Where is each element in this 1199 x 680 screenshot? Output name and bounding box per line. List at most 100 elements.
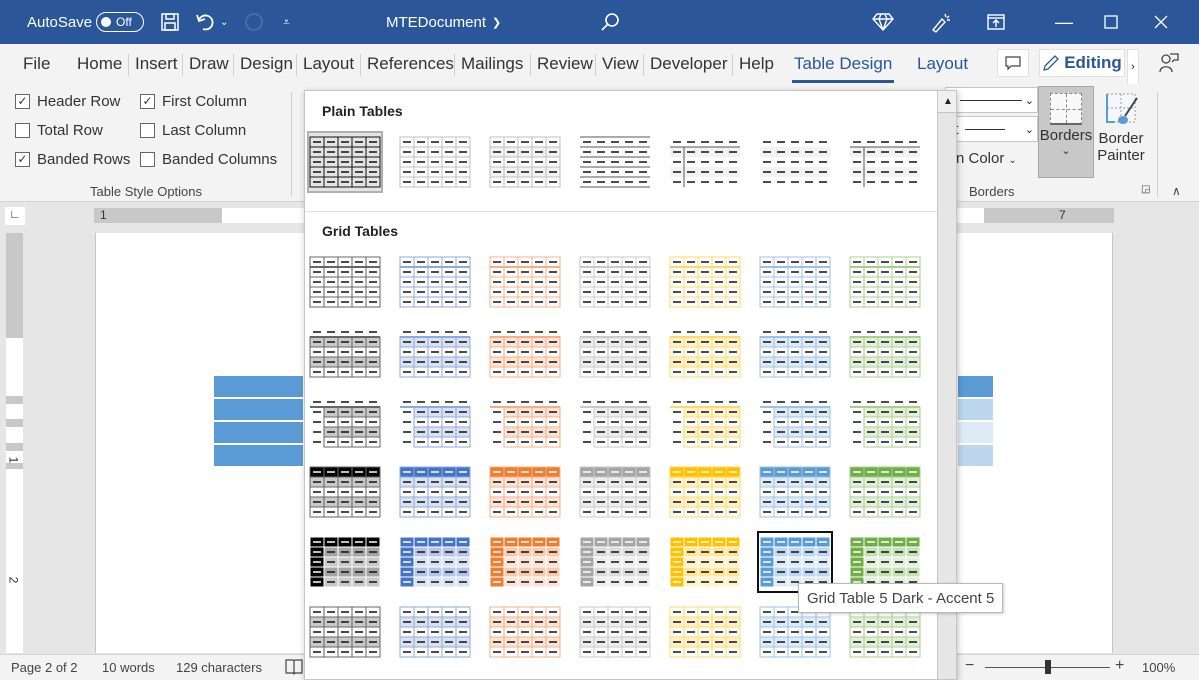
vertical-ruler[interactable]: 1 2 <box>6 233 23 653</box>
tab-table-design[interactable]: Table Design <box>792 54 895 83</box>
tab-home[interactable]: Home <box>75 54 124 74</box>
tab-draw[interactable]: Draw <box>182 54 231 76</box>
grid-table-style-1-3[interactable] <box>487 251 563 313</box>
tab-mailings[interactable]: Mailings <box>453 54 525 76</box>
character-count[interactable]: 129 characters <box>176 660 262 675</box>
zoom-slider-thumb[interactable] <box>1044 660 1051 674</box>
banded-columns-checkbox[interactable]: Banded Columns <box>140 151 277 168</box>
tab-layout[interactable]: Layout <box>295 54 356 76</box>
tab-developer[interactable]: Developer <box>643 54 730 76</box>
document-table-row[interactable] <box>214 399 303 420</box>
customize-qat-button[interactable]: ⩡ <box>283 0 290 44</box>
search-button[interactable] <box>600 0 620 44</box>
tab-table-layout[interactable]: Layout <box>915 54 970 74</box>
grid-table-style-2-7[interactable] <box>847 321 923 383</box>
last-column-checkbox[interactable]: Last Column <box>140 122 246 139</box>
tab-help[interactable]: Help <box>732 54 776 76</box>
autosave-toggle[interactable]: Off <box>96 0 144 44</box>
minimize-button[interactable]: — <box>1041 0 1087 44</box>
grid-table-style-4-4[interactable] <box>577 461 653 523</box>
grid-table-style-1-7[interactable] <box>847 251 923 313</box>
grid-table-style-6-4[interactable] <box>577 601 653 663</box>
grid-table-style-1-4[interactable] <box>577 251 653 313</box>
undo-button[interactable]: ⌄ <box>195 0 228 44</box>
zoom-out-button[interactable]: − <box>965 657 974 675</box>
zoom-in-button[interactable]: + <box>1115 657 1124 675</box>
tab-references[interactable]: References <box>360 54 456 76</box>
header-row-checkbox[interactable]: ✓ Header Row <box>15 93 120 110</box>
grid-table-style-6-5[interactable] <box>667 601 743 663</box>
close-button[interactable] <box>1138 0 1184 44</box>
tab-insert[interactable]: Insert <box>128 54 180 76</box>
grid-table-style-5-5[interactable] <box>667 531 743 593</box>
grid-table-style-6-3[interactable] <box>487 601 563 663</box>
tab-review[interactable]: Review <box>530 54 595 76</box>
grid-table-style-4-3[interactable] <box>487 461 563 523</box>
borders-dialog-launcher[interactable]: ◲ <box>1141 184 1150 195</box>
plain-table-style-4[interactable] <box>577 131 653 193</box>
editing-mode-button[interactable]: Editing <box>1039 49 1125 77</box>
collapse-ribbon-button[interactable]: ∧ <box>1172 184 1181 198</box>
plain-table-style-6[interactable] <box>757 131 833 193</box>
document-table-row[interactable] <box>214 376 303 397</box>
grid-table-style-1-6[interactable] <box>757 251 833 313</box>
grid-table-style-3-7[interactable] <box>847 391 923 453</box>
grid-table-style-4-6[interactable] <box>757 461 833 523</box>
plain-table-style-1[interactable] <box>307 131 383 193</box>
designer-button[interactable] <box>930 0 952 44</box>
word-count[interactable]: 10 words <box>102 660 155 675</box>
plain-table-style-5[interactable] <box>667 131 743 193</box>
tab-file[interactable]: File <box>21 54 52 74</box>
total-row-checkbox[interactable]: Total Row <box>15 122 103 139</box>
maximize-button[interactable] <box>1088 0 1134 44</box>
zoom-level[interactable]: 100% <box>1142 660 1175 675</box>
document-title[interactable]: MTEDocument ❯ <box>386 0 501 44</box>
grid-table-style-5-2[interactable] <box>397 531 473 593</box>
ribbon-display-button[interactable] <box>987 0 1005 44</box>
document-table-row-end[interactable] <box>958 445 993 466</box>
grid-table-style-1-1[interactable] <box>307 251 383 313</box>
tab-design[interactable]: Design <box>233 54 295 76</box>
grid-table-style-2-1[interactable] <box>307 321 383 383</box>
plain-table-style-3[interactable] <box>487 131 563 193</box>
line-style-select[interactable]: ⌄ <box>945 87 1038 113</box>
document-table-row-end[interactable] <box>958 422 993 443</box>
grid-table-style-4-2[interactable] <box>397 461 473 523</box>
plain-table-style-2[interactable] <box>397 131 473 193</box>
plain-table-style-7[interactable] <box>847 131 923 193</box>
grid-table-style-3-2[interactable] <box>397 391 473 453</box>
grid-table-style-5-4[interactable] <box>577 531 653 593</box>
grid-table-style-6-1[interactable] <box>307 601 383 663</box>
pen-color-button[interactable]: n Color ⌄ <box>956 150 1017 167</box>
borders-button[interactable]: Borders ⌄ <box>1038 86 1094 178</box>
grid-table-style-4-5[interactable] <box>667 461 743 523</box>
grid-table-style-3-4[interactable] <box>577 391 653 453</box>
premium-button[interactable] <box>872 0 894 44</box>
first-column-checkbox[interactable]: ✓ First Column <box>140 93 247 110</box>
grid-table-style-3-6[interactable] <box>757 391 833 453</box>
share-button[interactable] <box>1158 52 1180 80</box>
scroll-up-button[interactable]: ▲ <box>938 91 956 113</box>
document-table-row[interactable] <box>214 445 303 466</box>
border-painter-button[interactable]: Border Painter <box>1096 86 1146 178</box>
tab-view[interactable]: View <box>595 54 641 76</box>
grid-table-style-2-6[interactable] <box>757 321 833 383</box>
grid-table-style-1-5[interactable] <box>667 251 743 313</box>
document-table-row-end[interactable] <box>958 376 993 397</box>
grid-table-style-2-3[interactable] <box>487 321 563 383</box>
redo-button[interactable] <box>243 0 265 44</box>
undo-dropdown-icon[interactable]: ⌄ <box>220 17 228 28</box>
grid-table-style-1-2[interactable] <box>397 251 473 313</box>
save-button[interactable] <box>160 0 180 44</box>
grid-table-style-2-5[interactable] <box>667 321 743 383</box>
page-indicator[interactable]: Page 2 of 2 <box>11 660 78 675</box>
document-table-row-end[interactable] <box>958 399 993 420</box>
document-table-row[interactable] <box>214 422 303 443</box>
line-weight-select[interactable]: pt ⌄ <box>945 116 1038 142</box>
banded-rows-checkbox[interactable]: ✓ Banded Rows <box>15 151 130 168</box>
grid-table-style-3-5[interactable] <box>667 391 743 453</box>
grid-table-style-4-1[interactable] <box>307 461 383 523</box>
grid-table-style-2-2[interactable] <box>397 321 473 383</box>
grid-table-style-4-7[interactable] <box>847 461 923 523</box>
grid-table-style-6-2[interactable] <box>397 601 473 663</box>
